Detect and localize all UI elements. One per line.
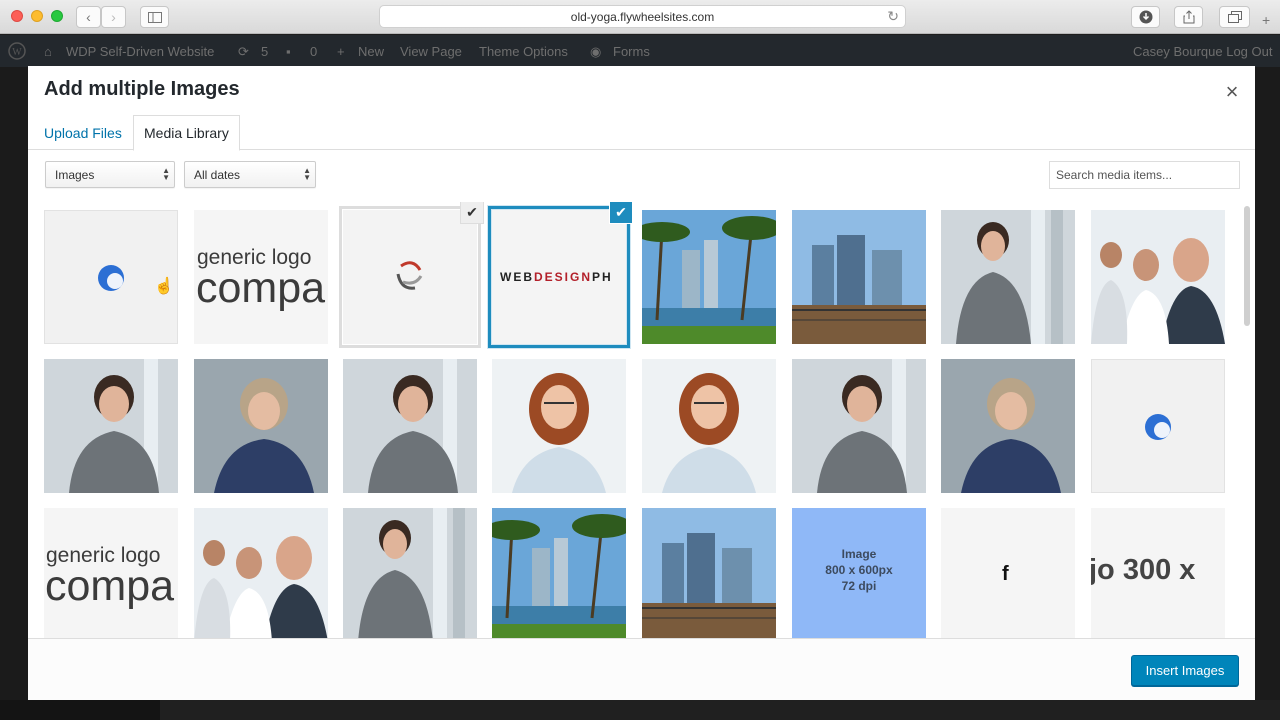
updates-icon[interactable]: ⟳ xyxy=(238,44,249,60)
media-type-filter[interactable]: Images ▲ ▼ xyxy=(45,161,175,188)
page-bottom-dimmed xyxy=(0,700,1280,720)
attachment-tile[interactable] xyxy=(792,359,926,493)
forms-icon[interactable]: ◉ xyxy=(590,44,601,60)
home-icon: ⌂ xyxy=(44,44,52,59)
businesswoman-image xyxy=(792,359,926,493)
facebook-logo-letter: f xyxy=(1002,563,1009,585)
grid-scrollbar[interactable] xyxy=(1244,206,1250,326)
attachment-tile[interactable] xyxy=(343,508,477,638)
city-waterfront-image xyxy=(792,210,926,344)
updates-count[interactable]: 5 xyxy=(261,44,268,59)
wp-admin-bar: W ⌂ WDP Self-Driven Website ⟳ 5 ▪ 0 + Ne… xyxy=(0,35,1280,67)
zoom-window-button[interactable] xyxy=(51,10,63,22)
share-icon[interactable] xyxy=(1174,6,1203,28)
date-filter[interactable]: All dates ▲ ▼ xyxy=(184,161,316,188)
new-tab-icon[interactable]: + xyxy=(1262,12,1270,28)
view-page-link[interactable]: View Page xyxy=(400,44,462,59)
attachment-tile[interactable] xyxy=(343,359,477,493)
new-link[interactable]: New xyxy=(358,44,384,59)
palm-lake-image xyxy=(642,210,776,344)
attachment-tile[interactable] xyxy=(792,210,926,344)
forward-icon[interactable]: › xyxy=(101,6,126,28)
logo-text-bottom: compa xyxy=(196,264,326,312)
back-icon[interactable]: ‹ xyxy=(76,6,101,28)
comments-count[interactable]: 0 xyxy=(310,44,317,59)
modal-footer: Insert Images xyxy=(28,638,1255,700)
tabs-overview-icon[interactable] xyxy=(1219,6,1250,28)
businesswoman-image xyxy=(343,359,477,493)
attachment-tile[interactable] xyxy=(194,508,328,638)
svg-text:W: W xyxy=(12,47,22,58)
attachment-tile-selected[interactable]: WEBDESIGNPH xyxy=(488,206,630,348)
attachment-tile[interactable] xyxy=(194,359,328,493)
palm-lake-image xyxy=(492,508,626,638)
attachment-tile[interactable]: generic logo compa xyxy=(44,508,178,638)
logo-text-bottom: compa xyxy=(45,562,175,610)
swirl-logo-image xyxy=(396,261,423,290)
businesswoman-image xyxy=(941,210,1075,344)
media-modal: Add multiple Images × Upload Files Media… xyxy=(28,66,1255,700)
circle-logo-image xyxy=(1145,414,1171,440)
close-icon[interactable]: × xyxy=(1220,79,1244,104)
select-arrows-icon: ▲ ▼ xyxy=(303,166,311,182)
attachment-tile[interactable] xyxy=(44,359,178,493)
url-text: old-yoga.flywheelsites.com xyxy=(570,9,715,24)
attachment-tile[interactable]: f xyxy=(941,508,1075,638)
attachment-tile[interactable] xyxy=(941,210,1075,344)
attachment-tile[interactable] xyxy=(1091,210,1225,344)
modal-title: Add multiple Images xyxy=(44,78,240,100)
audience-clapping-image xyxy=(194,508,328,638)
businesswoman-image xyxy=(343,508,477,638)
attachment-tile[interactable]: Image 800 x 600px 72 dpi xyxy=(792,508,926,638)
attachment-tile[interactable] xyxy=(642,508,776,638)
sidebar-icon[interactable] xyxy=(140,6,169,28)
woman-blazer-image xyxy=(941,359,1075,493)
tab-media-library[interactable]: Media Library xyxy=(133,115,240,151)
logo-300-text: jo 300 x xyxy=(1091,554,1196,586)
checkmark-icon[interactable]: ✔ xyxy=(609,202,633,224)
attachment-tile[interactable] xyxy=(492,359,626,493)
attachment-tile[interactable] xyxy=(492,508,626,638)
comments-icon[interactable]: ▪ xyxy=(286,44,291,59)
search-input[interactable]: Search media items... xyxy=(1049,161,1240,189)
webdesign-logo-text: WEBDESIGNPH xyxy=(500,270,613,284)
reload-icon[interactable]: ↻ xyxy=(887,8,899,25)
minimize-window-button[interactable] xyxy=(31,10,43,22)
insert-images-button[interactable]: Insert Images xyxy=(1131,655,1239,686)
attachment-tile[interactable] xyxy=(1091,359,1225,493)
woman-blazer-image xyxy=(194,359,328,493)
attachment-tile[interactable]: jo 300 x xyxy=(1091,508,1225,638)
attachment-tile-selected[interactable] xyxy=(339,206,481,348)
attachment-tile[interactable] xyxy=(941,359,1075,493)
attachment-tile[interactable] xyxy=(642,210,776,344)
user-account-link[interactable]: Casey Bourque Log Out xyxy=(1133,44,1272,59)
forms-link[interactable]: Forms xyxy=(613,44,650,59)
audience-clapping-image xyxy=(1091,210,1225,344)
select-arrows-icon: ▲ ▼ xyxy=(162,166,170,182)
wordpress-logo-icon[interactable]: W xyxy=(8,42,26,63)
theme-options-link[interactable]: Theme Options xyxy=(479,44,568,59)
attachments-grid: generic logo compa ✔ WEBDESIGNPH ✔ gener… xyxy=(28,202,1255,638)
checkmark-icon[interactable]: ✔ xyxy=(460,202,484,224)
date-filter-value: All dates xyxy=(194,167,241,182)
media-type-value: Images xyxy=(55,167,95,182)
browser-toolbar: ‹ › old-yoga.flywheelsites.com ↻ + xyxy=(0,0,1280,34)
address-bar[interactable]: old-yoga.flywheelsites.com ↻ xyxy=(379,5,906,28)
close-window-button[interactable] xyxy=(11,10,23,22)
woman-red-hair-image xyxy=(642,359,776,493)
city-waterfront-image xyxy=(642,508,776,638)
attachment-tile[interactable] xyxy=(642,359,776,493)
mouse-pointer-icon: ☝ xyxy=(154,278,174,295)
tab-upload-files[interactable]: Upload Files xyxy=(34,115,132,150)
modal-tabs: Upload Files Media Library xyxy=(28,115,1255,151)
placeholder-image-text: Image 800 x 600px 72 dpi xyxy=(825,547,893,593)
attachment-tile[interactable]: generic logo compa xyxy=(194,210,328,344)
admin-sidebar-dimmed xyxy=(0,67,28,720)
site-name-link[interactable]: WDP Self-Driven Website xyxy=(66,44,214,59)
woman-red-hair-image xyxy=(492,359,626,493)
plus-icon[interactable]: + xyxy=(337,44,345,59)
page-background-dimmed xyxy=(1255,67,1280,720)
businesswoman-image xyxy=(44,359,178,493)
downloads-icon[interactable] xyxy=(1131,6,1160,28)
